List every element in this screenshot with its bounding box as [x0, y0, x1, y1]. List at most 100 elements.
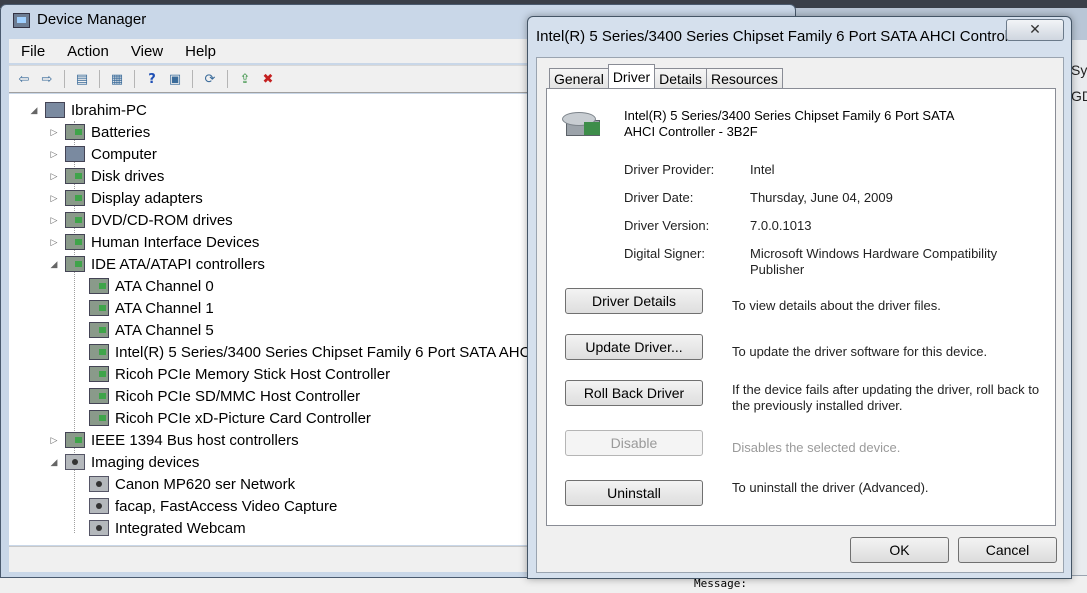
close-icon: ✕ — [1029, 22, 1041, 38]
hid-icon — [65, 234, 85, 250]
tree-category[interactable]: ▷ Disk drives — [49, 165, 165, 187]
cancel-button[interactable]: Cancel — [958, 537, 1057, 563]
show-hide-tree-icon[interactable]: ▤ — [73, 70, 91, 88]
tree-item-label: Ricoh PCIe xD-Picture Card Controller — [115, 409, 371, 427]
forward-icon[interactable]: ⇨ — [38, 70, 56, 88]
collapse-arrow-icon[interactable]: ◢ — [49, 457, 59, 467]
tree-item-label: Human Interface Devices — [91, 233, 260, 251]
tree-item-label: ATA Channel 0 — [115, 277, 214, 295]
collapse-arrow-icon[interactable]: ◢ — [29, 105, 39, 115]
computer-icon — [65, 146, 85, 162]
sata-controller-icon — [562, 110, 604, 140]
ide-controller-icon — [89, 300, 109, 316]
tree-item-label: Computer — [91, 145, 157, 163]
expand-arrow-icon[interactable]: ▷ — [49, 215, 59, 225]
dialog-title: Intel(R) 5 Series/3400 Series Chipset Fa… — [536, 28, 1024, 45]
menu-file[interactable]: File — [21, 43, 45, 60]
toolbar-separator — [64, 70, 65, 88]
menu-action[interactable]: Action — [67, 43, 109, 60]
tree-category[interactable]: ▷ Computer — [49, 143, 157, 165]
expand-arrow-icon[interactable]: ▷ — [49, 171, 59, 181]
tab-general[interactable]: General — [549, 68, 609, 88]
tree-device[interactable]: ATA Channel 0 — [89, 275, 214, 297]
tree-root[interactable]: ◢ Ibrahim-PC — [29, 99, 147, 121]
tree-device[interactable]: ATA Channel 5 — [89, 319, 214, 341]
tree-device[interactable]: facap, FastAccess Video Capture — [89, 495, 337, 517]
tree-item-label: Ricoh PCIe SD/MMC Host Controller — [115, 387, 361, 405]
background-text-fragment: Sy — [1071, 62, 1087, 78]
tab-driver[interactable]: Driver — [607, 64, 656, 88]
update-driver-icon[interactable]: ⇪ — [236, 70, 254, 88]
device-manager-icon — [13, 13, 30, 28]
tree-category[interactable]: ▷ Human Interface Devices — [49, 231, 260, 253]
ide-controller-icon — [89, 278, 109, 294]
tree-item-label: ATA Channel 5 — [115, 321, 214, 339]
driver-date-value: Thursday, June 04, 2009 — [750, 190, 893, 205]
roll-back-driver-button[interactable]: Roll Back Driver — [565, 380, 703, 406]
back-icon[interactable]: ⇦ — [15, 70, 33, 88]
ide-controller-icon — [89, 410, 109, 426]
tree-item-label: IDE ATA/ATAPI controllers — [91, 255, 265, 273]
ide-controller-icon — [65, 256, 85, 272]
tree-category[interactable]: ▷ Display adapters — [49, 187, 203, 209]
digital-signer-value: Microsoft Windows Hardware Compatibility… — [750, 246, 998, 277]
tree-device[interactable]: Integrated Webcam — [89, 517, 246, 539]
driver-tab-panel: Intel(R) 5 Series/3400 Series Chipset Fa… — [546, 88, 1056, 526]
tree-category[interactable]: ◢ IDE ATA/ATAPI controllers — [49, 253, 265, 275]
battery-icon — [65, 124, 85, 140]
update-driver-description: To update the driver software for this d… — [732, 344, 988, 359]
tree-device[interactable]: Ricoh PCIe SD/MMC Host Controller — [89, 385, 360, 407]
expand-arrow-icon[interactable]: ▷ — [49, 435, 59, 445]
scan-hardware-icon[interactable]: ⟳ — [201, 70, 219, 88]
ide-controller-icon — [89, 366, 109, 382]
toolbar-separator — [99, 70, 100, 88]
tree-category[interactable]: ▷ DVD/CD-ROM drives — [49, 209, 233, 231]
digital-signer-label: Digital Signer: — [624, 246, 705, 261]
camera-icon — [65, 454, 85, 470]
tree-device[interactable]: Ricoh PCIe xD-Picture Card Controller — [89, 407, 371, 429]
tree-item-label: Imaging devices — [91, 453, 200, 471]
tab-resources[interactable]: Resources — [705, 68, 783, 88]
menu-view[interactable]: View — [131, 43, 163, 60]
update-driver-button[interactable]: Update Driver... — [565, 334, 703, 360]
dialog-body: General Driver Details Resources Intel(R… — [536, 57, 1064, 573]
ide-controller-icon — [89, 322, 109, 338]
driver-version-value: 7.0.0.1013 — [750, 218, 812, 233]
tab-details[interactable]: Details — [654, 68, 707, 88]
toolbar-separator — [227, 70, 228, 88]
ide-controller-icon — [89, 344, 109, 360]
toolbar-separator — [192, 70, 193, 88]
tree-item-label: Ricoh PCIe Memory Stick Host Controller — [115, 365, 391, 383]
tree-item-label: IEEE 1394 Bus host controllers — [91, 431, 299, 449]
tree-category[interactable]: ◢ Imaging devices — [49, 451, 200, 473]
uninstall-description: To uninstall the driver (Advanced). — [732, 480, 929, 495]
expand-arrow-icon[interactable]: ▷ — [49, 193, 59, 203]
disk-drive-icon — [65, 168, 85, 184]
uninstall-icon[interactable]: ✖ — [259, 70, 277, 88]
ok-button[interactable]: OK — [850, 537, 949, 563]
help-icon[interactable]: ? — [143, 70, 161, 88]
tree-item-label: Ibrahim-PC — [71, 101, 147, 119]
close-button[interactable]: ✕ — [1006, 19, 1064, 41]
camera-icon — [89, 520, 109, 536]
tree-device[interactable]: Canon MP620 ser Network — [89, 473, 295, 495]
computer-icon — [45, 102, 65, 118]
collapse-arrow-icon[interactable]: ◢ — [49, 259, 59, 269]
expand-arrow-icon[interactable]: ▷ — [49, 127, 59, 137]
menu-help[interactable]: Help — [185, 43, 216, 60]
driver-details-button[interactable]: Driver Details — [565, 288, 703, 314]
properties-sheet-icon[interactable]: ▣ — [166, 70, 184, 88]
ieee1394-icon — [65, 432, 85, 448]
expand-arrow-icon[interactable]: ▷ — [49, 237, 59, 247]
expand-arrow-icon[interactable]: ▷ — [49, 149, 59, 159]
disable-description: Disables the selected device. — [732, 440, 901, 455]
dvd-drive-icon — [65, 212, 85, 228]
tree-category[interactable]: ▷ Batteries — [49, 121, 151, 143]
tree-device[interactable]: Ricoh PCIe Memory Stick Host Controller — [89, 363, 390, 385]
properties-icon[interactable]: ▦ — [108, 70, 126, 88]
tree-device[interactable]: ATA Channel 1 — [89, 297, 214, 319]
tree-category[interactable]: ▷ IEEE 1394 Bus host controllers — [49, 429, 299, 451]
tree-item-label: Integrated Webcam — [115, 519, 246, 537]
disable-button[interactable]: Disable — [565, 430, 703, 456]
uninstall-button[interactable]: Uninstall — [565, 480, 703, 506]
